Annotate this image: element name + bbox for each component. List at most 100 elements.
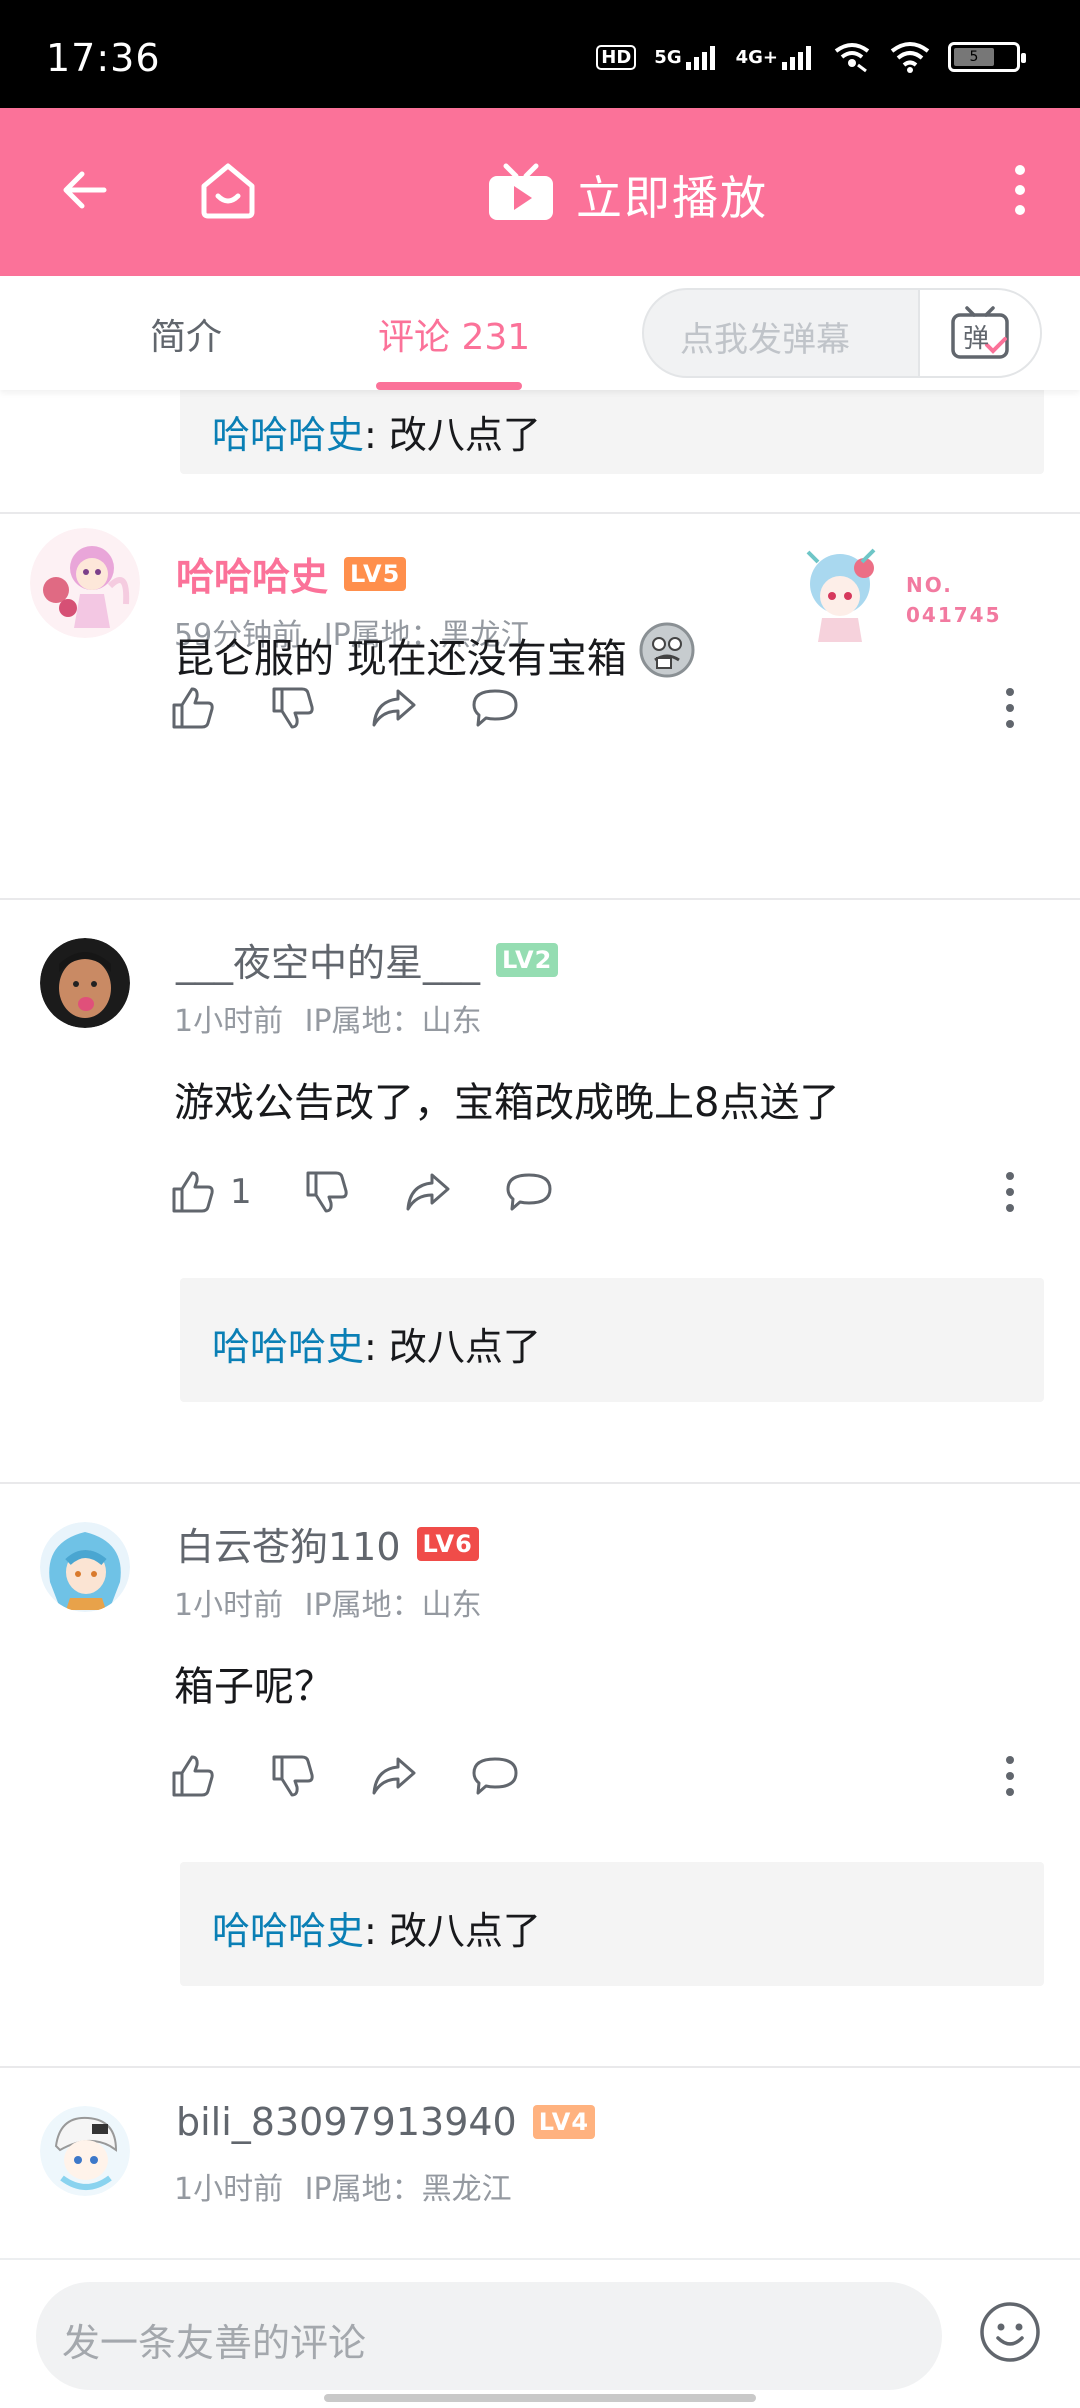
comment-actions xyxy=(170,678,1030,738)
bilibili-tv-icon xyxy=(486,162,556,228)
reply-button[interactable] xyxy=(470,678,520,738)
dislike-button[interactable] xyxy=(270,1746,316,1806)
signal-4g-icon: 4G+ xyxy=(736,40,814,74)
thumbs-up-icon xyxy=(172,687,214,729)
thumbs-up-icon xyxy=(172,1171,214,1213)
fan-badge-number: NO. 041745 xyxy=(906,573,1002,627)
comment-actions: 1 xyxy=(170,1162,1030,1222)
tab-intro[interactable]: 简介 xyxy=(150,308,222,360)
thumbs-down-icon xyxy=(306,1171,348,1213)
hotspot-icon xyxy=(832,40,872,74)
reply-author[interactable]: 哈哈哈史 xyxy=(212,1909,364,1953)
share-arrow-icon xyxy=(406,1173,450,1211)
tab-comments[interactable]: 评论 231 xyxy=(378,308,530,360)
avatar[interactable] xyxy=(40,1522,130,1612)
battery-icon: 5 xyxy=(948,42,1026,72)
comment-more-button[interactable] xyxy=(990,678,1030,738)
like-count: 1 xyxy=(230,1172,252,1212)
reply-author[interactable]: 哈哈哈史 xyxy=(212,1325,364,1369)
reply-button[interactable] xyxy=(504,1162,554,1222)
app-header: 立即播放 xyxy=(0,108,1080,276)
reply-button[interactable] xyxy=(470,1746,520,1806)
danmaku-placeholder: 点我发弹幕 xyxy=(680,320,850,360)
signal-5g-icon: 5G xyxy=(654,40,717,74)
share-button[interactable] xyxy=(370,678,418,738)
comment-list[interactable]: 哈哈哈史: 改八点了 哈哈哈史 LV5 59分钟前 IP属地：黑龙江 NO. 0… xyxy=(0,390,1080,2270)
like-button[interactable] xyxy=(170,1746,216,1806)
fan-badge[interactable]: NO. 041745 xyxy=(790,538,1030,648)
avatar[interactable] xyxy=(30,528,140,638)
like-button[interactable]: 1 xyxy=(170,1162,252,1222)
home-indicator[interactable] xyxy=(324,2394,756,2402)
level-badge: LV5 xyxy=(344,556,407,591)
danmaku-icon-label: 弹 xyxy=(963,324,990,354)
status-icons: HD 5G 4G+ 5 xyxy=(596,40,1026,74)
hd-icon: HD xyxy=(596,40,637,74)
tab-comments-label: 评论 xyxy=(378,317,451,358)
comment-input[interactable]: 发一条友善的评论 xyxy=(36,2282,942,2390)
comment-text-content: 箱子呢？ xyxy=(174,1664,334,1710)
comment-text-content: 昆仑服的 现在还没有宝箱 xyxy=(174,636,627,682)
more-vertical-icon xyxy=(1006,1172,1014,1212)
reply-text: : 改八点了 xyxy=(364,413,541,457)
back-button[interactable] xyxy=(40,148,128,236)
sub-reply-preview[interactable]: 哈哈哈史: 改八点了 xyxy=(180,1278,1044,1402)
comment-location: IP属地：黑龙江 xyxy=(304,2172,512,2207)
dislike-button[interactable] xyxy=(304,1162,350,1222)
share-arrow-icon xyxy=(372,689,416,727)
thumbs-down-icon xyxy=(272,1755,314,1797)
more-vertical-icon xyxy=(1006,1756,1014,1796)
avatar[interactable] xyxy=(40,2106,130,2196)
home-button[interactable] xyxy=(184,148,272,236)
arrow-left-icon xyxy=(56,162,112,222)
comment-meta: 1小时前 IP属地：黑龙江 xyxy=(174,2164,512,2208)
comment-text: 游戏公告改了，宝箱改成晚上8点送了 xyxy=(174,1070,839,1128)
comment-bubble-icon xyxy=(506,1173,552,1211)
thumbs-up-icon xyxy=(172,1755,214,1797)
avatar[interactable] xyxy=(40,938,130,1028)
more-vertical-icon xyxy=(1010,160,1030,224)
dislike-button[interactable] xyxy=(270,678,316,738)
comment-item: ___夜空中的星___ LV2 1小时前 IP属地：山东 游戏公告改了，宝箱改成… xyxy=(0,900,1080,1480)
username-text[interactable]: bili_83097913940 xyxy=(176,2100,517,2144)
share-arrow-icon xyxy=(372,1757,416,1795)
comment-location: IP属地：山东 xyxy=(304,1588,482,1623)
comment-username[interactable]: bili_83097913940 LV4 xyxy=(176,2100,596,2144)
play-now-button[interactable]: 立即播放 xyxy=(486,162,768,228)
username-text[interactable]: ___夜空中的星___ xyxy=(176,932,480,987)
comment-username[interactable]: 哈哈哈史 LV5 xyxy=(176,546,407,601)
sub-reply-preview[interactable]: 哈哈哈史: 改八点了 xyxy=(180,390,1044,474)
comment-more-button[interactable] xyxy=(990,1746,1030,1806)
home-icon xyxy=(196,158,260,226)
share-button[interactable] xyxy=(370,1746,418,1806)
comment-text-content: 游戏公告改了，宝箱改成晚上8点送了 xyxy=(174,1080,840,1126)
reply-text: : 改八点了 xyxy=(364,1909,541,1953)
share-button[interactable] xyxy=(404,1162,452,1222)
danmaku-input[interactable]: 点我发弹幕 弹 xyxy=(642,288,1042,378)
reply-author[interactable]: 哈哈哈史 xyxy=(212,413,364,457)
comment-location: IP属地：山东 xyxy=(304,1004,482,1039)
reply-text: : 改八点了 xyxy=(364,1325,541,1369)
like-button[interactable] xyxy=(170,678,216,738)
comment-username[interactable]: ___夜空中的星___ LV2 xyxy=(176,932,559,987)
danmaku-toggle-button[interactable]: 弹 xyxy=(918,290,1040,376)
comment-item: bili_83097913940 LV4 1小时前 IP属地：黑龙江 xyxy=(0,2068,1080,2268)
comment-input-bar: 发一条友善的评论 xyxy=(0,2258,1080,2408)
level-badge: LV2 xyxy=(496,942,559,977)
wifi-icon xyxy=(890,40,930,74)
tab-bar: 简介 评论 231 点我发弹幕 弹 xyxy=(0,276,1080,390)
username-text[interactable]: 哈哈哈史 xyxy=(176,546,328,601)
more-button[interactable] xyxy=(976,148,1064,236)
emoji-face-icon xyxy=(980,2302,1040,2362)
sub-reply-preview[interactable]: 哈哈哈史: 改八点了 xyxy=(180,1862,1044,1986)
comment-more-button[interactable] xyxy=(990,1162,1030,1222)
tab-comments-count: 231 xyxy=(461,317,531,358)
comment-username[interactable]: 白云苍狗110 LV6 xyxy=(176,1516,479,1571)
username-text[interactable]: 白云苍狗110 xyxy=(176,1516,401,1571)
emoji-button[interactable] xyxy=(978,2300,1042,2364)
comment-input-placeholder: 发一条友善的评论 xyxy=(62,2321,367,2365)
comment-item: 哈哈哈史 LV5 59分钟前 IP属地：黑龙江 NO. 041745 昆仑服的 … xyxy=(0,514,1080,770)
level-badge: LV6 xyxy=(416,1526,479,1561)
comment-meta: 1小时前 IP属地：山东 xyxy=(174,1580,482,1624)
play-now-label: 立即播放 xyxy=(576,171,768,225)
